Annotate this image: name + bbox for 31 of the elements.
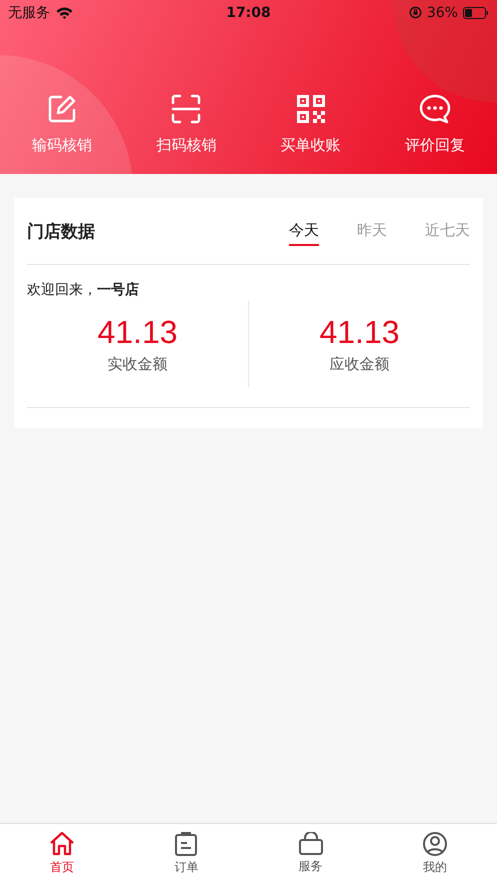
- clock-text: 17:08: [226, 4, 271, 20]
- scan-icon[interactable]: [171, 94, 202, 124]
- welcome-text: 欢迎回来，一号店: [27, 281, 140, 299]
- qr-code-icon[interactable]: [296, 94, 326, 124]
- amount-value: 41.13: [319, 314, 400, 351]
- period-tab[interactable]: 昨天: [357, 216, 387, 246]
- battery-icon: [462, 6, 489, 18]
- tab-bar-item[interactable]: 服务: [248, 824, 373, 883]
- period-tab[interactable]: 今天: [289, 216, 319, 246]
- period-tab[interactable]: 近七天: [425, 216, 470, 246]
- home-icon: [49, 831, 76, 857]
- action-label[interactable]: 买单收账: [280, 136, 341, 155]
- action-label[interactable]: 评价回复: [404, 136, 465, 155]
- tab-bar-item[interactable]: 我的: [372, 824, 497, 883]
- amount-label: 实收金额: [108, 355, 168, 374]
- action-label[interactable]: 输码核销: [32, 136, 92, 155]
- rotation-lock-icon: [408, 6, 422, 19]
- clipboard-icon: [174, 831, 198, 857]
- card-title: 门店数据: [27, 220, 95, 242]
- bag-icon: [298, 832, 324, 856]
- amount-label: 应收金额: [330, 355, 390, 374]
- tab-bar-item[interactable]: 首页: [0, 824, 124, 883]
- wifi-icon: [56, 6, 73, 18]
- tab-bar-item[interactable]: 订单: [124, 824, 248, 883]
- edit-icon[interactable]: [47, 94, 78, 124]
- action-label[interactable]: 扫码核销: [156, 136, 216, 155]
- chat-bubble-icon[interactable]: [418, 94, 451, 124]
- battery-text: 36%: [426, 4, 458, 20]
- amount-value: 41.13: [97, 314, 178, 351]
- user-icon: [422, 831, 448, 857]
- carrier-text: 无服务: [8, 4, 50, 22]
